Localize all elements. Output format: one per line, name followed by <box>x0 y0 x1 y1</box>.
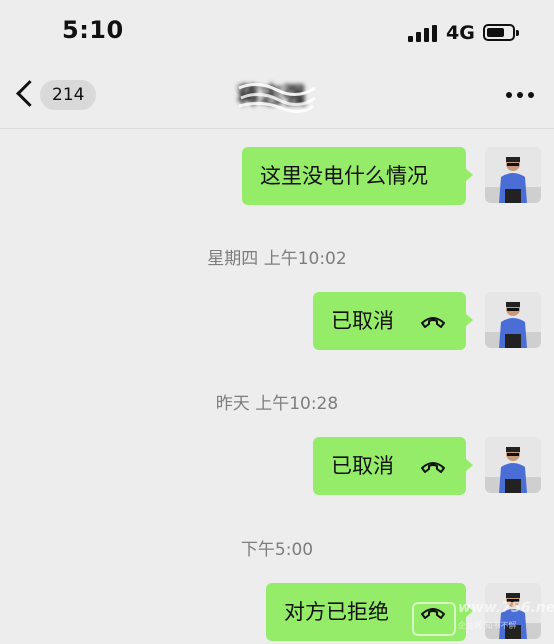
timestamp: 昨天 上午10:28 <box>215 394 339 414</box>
hang-up-phone-icon <box>421 462 445 473</box>
message-bubble[interactable]: 这里没电什么情况 <box>242 147 473 205</box>
avatar[interactable] <box>485 437 541 493</box>
hang-up-phone-icon <box>421 317 445 328</box>
call-status-text: 对方已拒绝 <box>284 600 389 624</box>
user-avatar-image <box>485 292 541 348</box>
timestamp: 下午5:00 <box>240 540 314 560</box>
chevron-left-icon <box>16 80 43 107</box>
user-avatar-image <box>485 147 541 203</box>
battery-icon <box>483 24 519 41</box>
avatar[interactable] <box>485 147 541 203</box>
status-time: 5:10 <box>62 16 124 44</box>
more-options-button[interactable] <box>506 92 536 100</box>
call-bubble[interactable]: 已取消 <box>313 292 473 350</box>
call-bubble[interactable]: 已取消 <box>313 437 473 495</box>
contact-name: 蒋志强 <box>237 78 317 114</box>
message-text: 这里没电什么情况 <box>260 164 428 188</box>
user-avatar-image <box>485 437 541 493</box>
status-bar: 5:10 4G <box>0 0 554 64</box>
watermark-logo-icon <box>412 602 456 636</box>
call-status-text: 已取消 <box>331 454 394 478</box>
redaction-scribble <box>238 83 316 113</box>
call-status-text: 已取消 <box>331 309 394 333</box>
avatar[interactable] <box>485 292 541 348</box>
timestamp: 星期四 上午10:02 <box>207 249 347 269</box>
cellular-signal-icon <box>408 25 438 42</box>
chat-header: 214 蒋志强 <box>0 64 554 129</box>
watermark-text: www.756.net <box>458 600 554 616</box>
network-type: 4G <box>446 22 475 44</box>
watermark: www.756.net 企业网 知书不解 <box>402 598 554 642</box>
watermark-subtext: 企业网 知书不解 <box>458 621 517 630</box>
unread-count-badge[interactable]: 214 <box>40 80 97 110</box>
